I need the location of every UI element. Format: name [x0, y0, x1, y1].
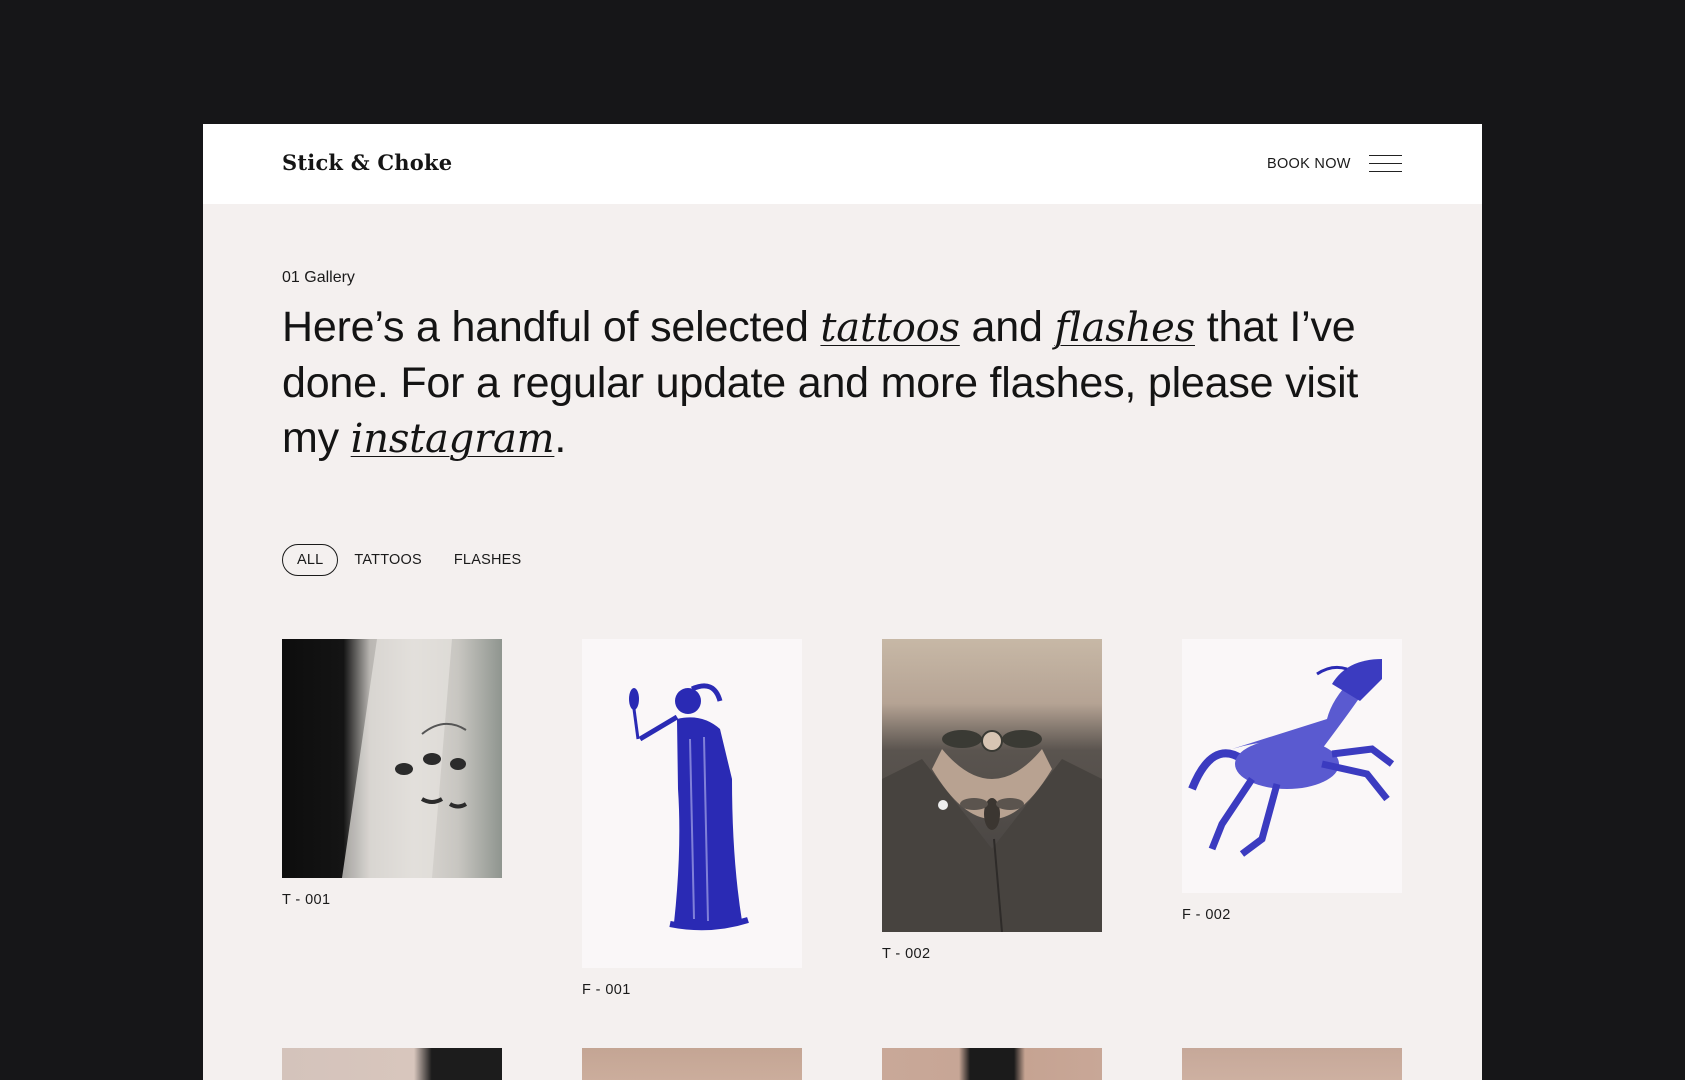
- tattoos-link[interactable]: tattoos: [820, 305, 960, 351]
- gallery-item-partial[interactable]: [882, 1048, 1102, 1080]
- neck-tattoo-image: [882, 730, 1102, 932]
- gallery-filters: ALL TATTOOS FLASHES: [282, 543, 553, 577]
- gallery-caption: F - 002: [1182, 907, 1231, 923]
- menu-line: [1369, 155, 1402, 157]
- menu-line: [1369, 171, 1402, 173]
- gallery-caption: F - 001: [582, 982, 631, 998]
- flashes-link[interactable]: flashes: [1054, 305, 1195, 351]
- headline-text: .: [554, 414, 567, 462]
- hamburger-menu-icon[interactable]: [1369, 155, 1402, 173]
- intro-headline: Here’s a handful of selected tattoos and…: [282, 300, 1402, 467]
- flash-image[interactable]: [1182, 639, 1402, 893]
- gallery-caption: T - 001: [282, 892, 331, 908]
- robed-woman-flash: [629, 683, 749, 931]
- instagram-link[interactable]: instagram: [351, 416, 555, 462]
- gallery-caption: T - 002: [882, 946, 931, 962]
- tattoo-photo[interactable]: [882, 639, 1102, 932]
- gallery-item[interactable]: F - 002: [1182, 639, 1402, 923]
- site-logo[interactable]: Stick & Choke: [282, 150, 452, 175]
- filter-flashes[interactable]: FLASHES: [454, 552, 521, 568]
- filter-tattoos[interactable]: TATTOOS: [354, 552, 421, 568]
- gallery-item[interactable]: T - 002: [882, 639, 1102, 962]
- gallery-item-partial[interactable]: [1182, 1048, 1402, 1080]
- headline-text: Here’s a handful of selected: [282, 303, 821, 351]
- section-label: 01 Gallery: [282, 269, 355, 286]
- gallery-item-partial[interactable]: [282, 1048, 502, 1080]
- book-now-link[interactable]: BOOK NOW: [1267, 156, 1351, 172]
- headline-text: and: [959, 303, 1055, 351]
- flash-image[interactable]: [582, 639, 802, 968]
- filter-all[interactable]: ALL: [282, 544, 339, 576]
- site-header: Stick & Choke BOOK NOW: [203, 124, 1482, 204]
- gallery-item[interactable]: F - 001: [582, 639, 802, 998]
- faces-tattoo-image: [342, 639, 468, 878]
- tattoo-photo[interactable]: [282, 639, 502, 878]
- gallery-item[interactable]: T - 001: [282, 639, 502, 908]
- menu-line: [1369, 163, 1402, 165]
- horse-flash: [1188, 659, 1395, 857]
- gallery-item-partial[interactable]: [582, 1048, 802, 1080]
- page-frame: Stick & Choke BOOK NOW 01 Gallery Here’s…: [203, 124, 1482, 1080]
